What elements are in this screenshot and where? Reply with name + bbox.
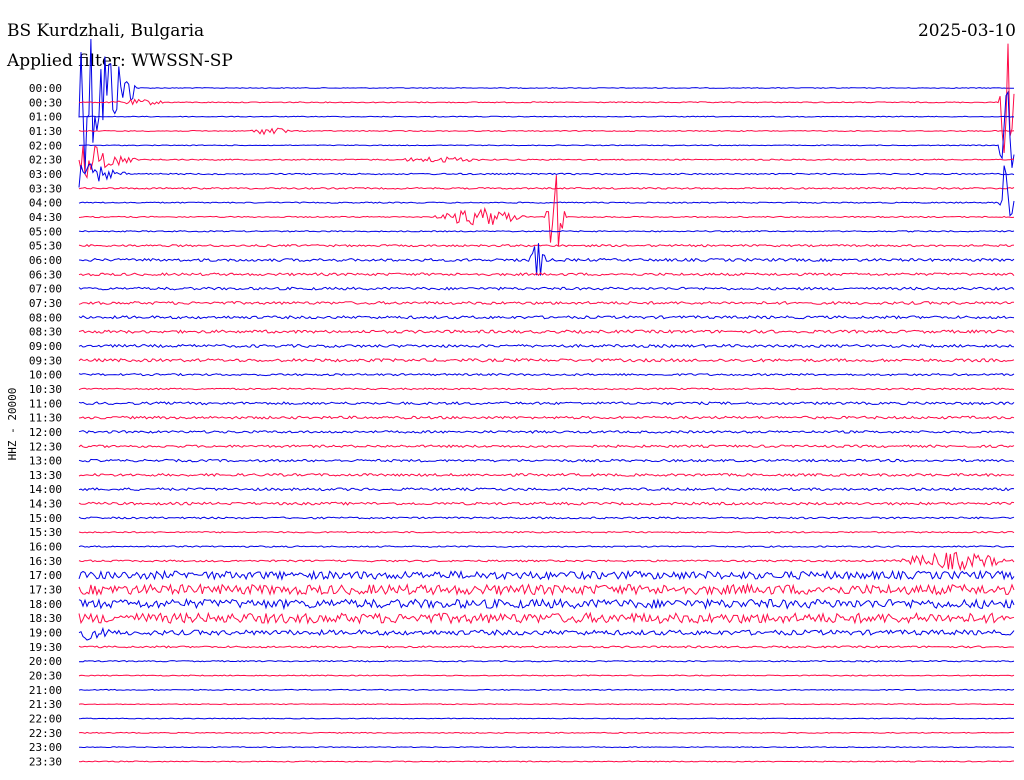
trace-line [78, 717, 1015, 720]
time-tick-label: 12:00 [29, 426, 62, 439]
time-tick-label: 11:00 [29, 397, 62, 410]
time-tick-label: 19:30 [29, 641, 62, 654]
time-tick-label: 06:00 [29, 254, 62, 267]
time-tick-label: 17:30 [29, 584, 62, 597]
time-tick-label: 20:30 [29, 670, 62, 683]
trace-line [78, 115, 1015, 118]
time-tick-label: 15:30 [29, 526, 62, 539]
time-tick-label: 16:30 [29, 555, 62, 568]
time-tick-label: 00:00 [29, 82, 62, 95]
time-tick-labels: 00:0000:30 01:0001:3002:00 02:3003:0003:30… [29, 82, 62, 769]
helicorder-plot: BS Kurdzhali, Bulgaria Applied filter: W… [0, 0, 1024, 780]
time-tick-label: 03:00 [29, 168, 62, 181]
station-title: BS Kurdzhali, Bulgaria [7, 21, 204, 41]
time-tick-label: 10:30 [29, 383, 62, 396]
time-tick-label: 12:30 [29, 440, 62, 453]
time-tick-label: 01:00 [29, 111, 62, 124]
date-label: 2025-03-10 [918, 21, 1016, 41]
time-tick-label: 00:30 [29, 96, 62, 109]
time-tick-label: 08:00 [29, 311, 62, 324]
time-tick-label: 05:30 [29, 240, 62, 253]
channel-axis-label: HHZ - 20000 [6, 388, 19, 461]
time-tick-label: 02:30 [29, 154, 62, 167]
time-tick-label: 15:00 [29, 512, 62, 525]
time-tick-label: 19:00 [29, 627, 62, 640]
time-tick-label: 23:00 [29, 741, 62, 754]
time-tick-label: 02:00 [29, 139, 62, 152]
time-tick-label: 18:00 [29, 598, 62, 611]
time-tick-label: 16:00 [29, 541, 62, 554]
time-tick-label: 10:00 [29, 369, 62, 382]
time-tick-label: 18:30 [29, 612, 62, 625]
time-tick-label: 13:00 [29, 455, 62, 468]
time-tick-label: 03:30 [29, 182, 62, 195]
time-tick-label: 07:00 [29, 283, 62, 296]
time-tick-label: 01:30 [29, 125, 62, 138]
time-tick-label: 21:00 [29, 684, 62, 697]
time-tick-label: 20:00 [29, 655, 62, 668]
time-tick-label: 23:30 [29, 756, 62, 769]
time-tick-label: 09:30 [29, 354, 62, 367]
time-tick-label: 22:00 [29, 713, 62, 726]
time-tick-label: 04:30 [29, 211, 62, 224]
time-tick-label: 04:00 [29, 197, 62, 210]
time-tick-label: 22:30 [29, 727, 62, 740]
time-tick-label: 14:30 [29, 498, 62, 511]
time-tick-label: 17:00 [29, 569, 62, 582]
time-tick-label: 06:30 [29, 268, 62, 281]
time-tick-label: 13:30 [29, 469, 62, 482]
time-tick-label: 07:30 [29, 297, 62, 310]
time-tick-label: 14:00 [29, 483, 62, 496]
time-tick-label: 11:30 [29, 412, 62, 425]
time-tick-label: 21:30 [29, 698, 62, 711]
time-tick-label: 08:30 [29, 326, 62, 339]
time-tick-label: 05:00 [29, 225, 62, 238]
time-tick-label: 09:00 [29, 340, 62, 353]
